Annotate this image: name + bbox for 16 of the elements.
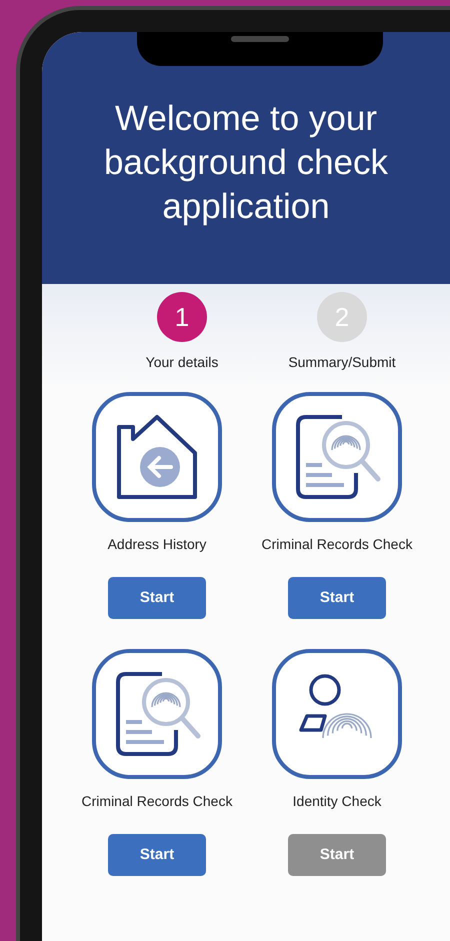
step-label: Summary/Submit [288,353,396,372]
check-icon-tile[interactable] [92,649,222,779]
welcome-title: Welcome to your background check application [102,98,390,228]
check-icon-tile[interactable] [272,392,402,522]
house-arrow-icon [115,413,199,501]
start-button[interactable]: Start [108,577,206,619]
step-label: Your details [146,353,218,372]
check-label: Identity Check [292,792,382,811]
start-button[interactable]: Start [288,577,386,619]
check-label: Criminal Records Check [262,535,412,554]
check-icon-tile[interactable] [272,649,402,779]
check-label: Address History [108,535,206,554]
speaker-grille [231,36,289,42]
check-icon-tile[interactable] [92,392,222,522]
check-label: Criminal Records Check [82,792,232,811]
start-button[interactable]: Start [108,834,206,876]
